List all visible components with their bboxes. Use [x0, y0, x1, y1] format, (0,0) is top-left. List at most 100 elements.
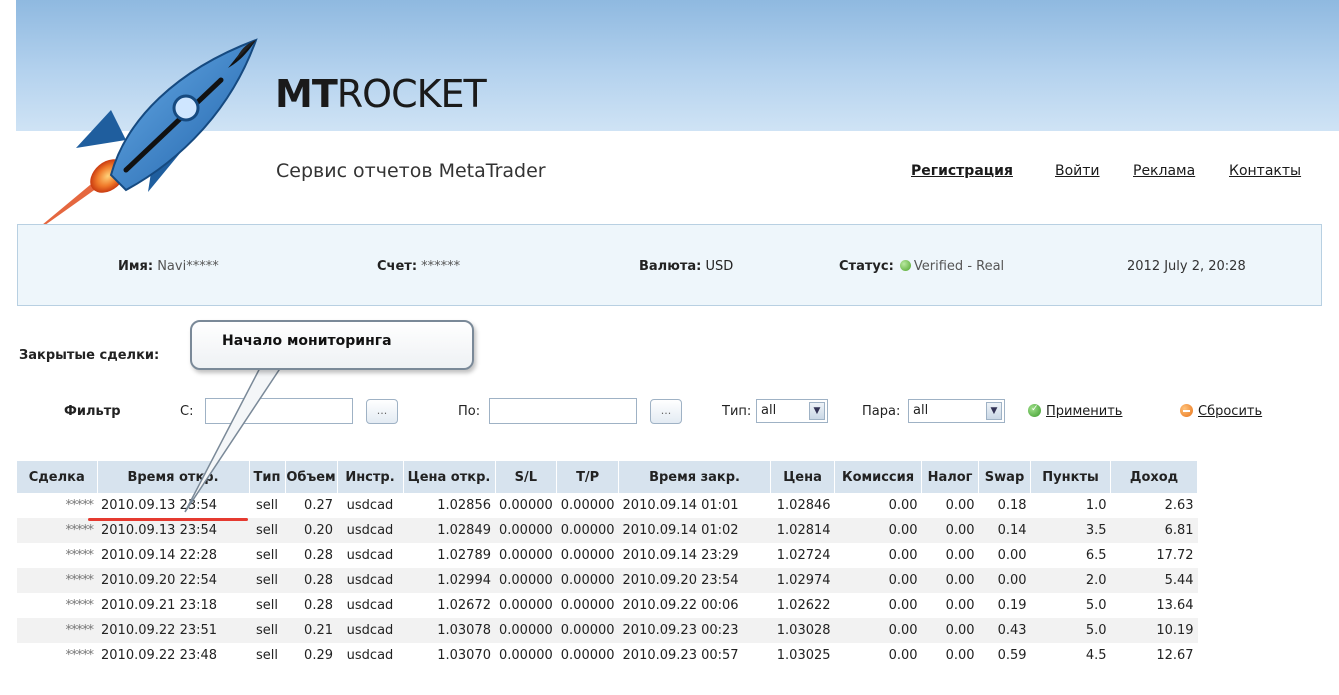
table-cell: 0.00 — [921, 518, 979, 543]
table-cell: 1.02849 — [403, 518, 495, 543]
filter-from-input[interactable] — [205, 398, 353, 424]
nav-login-link[interactable]: Войти — [1055, 163, 1100, 179]
account-number: Счет: ****** — [377, 259, 461, 274]
table-cell: 4.5 — [1085, 648, 1107, 663]
table-cell: 1.02672 — [437, 598, 491, 613]
table-cell: 0.00 — [834, 518, 922, 543]
nav-contacts-link[interactable]: Контакты — [1229, 163, 1301, 179]
column-header[interactable]: Инстр. — [337, 461, 404, 493]
table-cell: ***** — [65, 498, 95, 513]
table-cell: 2010.09.13 23:54 — [101, 498, 218, 513]
table-cell: 6.81 — [1110, 518, 1198, 543]
monitoring-start-callout: Начало мониторинга — [190, 320, 474, 370]
table-cell: 2010.09.13 23:54 — [97, 518, 249, 543]
filter-type-select[interactable]: all ▼ — [756, 399, 828, 423]
table-cell: 2.63 — [1164, 498, 1194, 513]
column-header[interactable]: Цена — [770, 461, 836, 493]
column-header[interactable]: T/P — [556, 461, 620, 493]
reset-filter-button[interactable]: Сбросить — [1180, 404, 1262, 419]
account-name: Имя: Navi***** — [118, 259, 219, 274]
column-header[interactable]: Swap — [978, 461, 1032, 493]
table-cell: usdcad — [337, 568, 403, 593]
filter-to-input[interactable] — [489, 398, 637, 424]
table-cell: 0.29 — [304, 648, 333, 663]
table-cell: 0.00000 — [495, 568, 557, 593]
table-cell: 0.00000 — [499, 548, 553, 563]
table-cell: 0.00000 — [560, 498, 615, 513]
site-tagline: Сервис отчетов MetaTrader — [276, 160, 546, 182]
chevron-down-icon: ▼ — [986, 402, 1002, 420]
table-cell: 0.00000 — [495, 518, 557, 543]
column-header[interactable]: Время откр. — [97, 461, 250, 493]
site-logo[interactable]: MTROCKET — [275, 72, 487, 116]
account-info-bar: Имя: Navi***** Счет: ****** Валюта: USD … — [17, 224, 1322, 306]
table-row: ***** 2010.09.22 23:51 sell 0.21 usdcad 1.030… — [17, 618, 1198, 643]
column-header[interactable]: S/L — [495, 461, 558, 493]
table-cell: 6.5 — [1085, 548, 1107, 563]
table-cell: 1.03078 — [403, 618, 495, 643]
table-cell: 1.02789 — [437, 548, 491, 563]
filter-to-label: По: — [458, 404, 481, 419]
column-header[interactable]: Налог — [921, 461, 980, 493]
table-cell: 0.18 — [997, 498, 1027, 513]
table-cell: 2010.09.14 01:02 — [618, 518, 771, 543]
table-cell: 2010.09.23 00:57 — [622, 648, 739, 663]
table-cell: 0.00000 — [560, 548, 615, 563]
table-cell: 0.00000 — [560, 648, 615, 663]
chevron-down-icon: ▼ — [809, 402, 825, 420]
table-cell: 1.02974 — [770, 568, 835, 593]
logo-rocket: ROCKET — [336, 72, 487, 116]
callout-text: Начало мониторинга — [222, 333, 392, 349]
column-header[interactable]: Сделка — [17, 461, 98, 493]
table-cell: 0.00 — [834, 618, 922, 643]
column-header[interactable]: Объем — [285, 461, 338, 493]
table-cell: 0.00 — [997, 548, 1027, 563]
table-cell: 0.00000 — [499, 598, 553, 613]
apply-filter-button[interactable]: Применить — [1028, 404, 1122, 419]
nav-register-link[interactable]: Регистрация — [911, 163, 1013, 179]
filter-type-label: Тип: — [722, 404, 752, 419]
table-cell: 12.67 — [1156, 648, 1194, 663]
table-cell: 0.00 — [921, 618, 979, 643]
column-header[interactable]: Время закр. — [618, 461, 772, 493]
filter-to-calendar-button[interactable]: ... — [650, 399, 682, 424]
filter-pair-select[interactable]: all ▼ — [908, 399, 1005, 423]
table-cell: 0.20 — [285, 518, 337, 543]
table-cell: usdcad — [337, 518, 403, 543]
table-cell: 0.00000 — [556, 518, 619, 543]
account-status: Статус: Verified - Real — [839, 259, 1005, 274]
table-cell: usdcad — [337, 618, 403, 643]
table-cell: 0.00 — [888, 598, 918, 613]
table-cell: 5.44 — [1110, 568, 1198, 593]
table-row: ***** 2010.09.22 23:48 sell 0.29 usdcad 1.030… — [17, 643, 1198, 668]
table-cell: 0.00000 — [560, 598, 615, 613]
table-cell: 1.03028 — [770, 618, 835, 643]
table-cell: 0.19 — [997, 598, 1027, 613]
table-cell: 2010.09.20 23:54 — [618, 568, 771, 593]
minus-icon — [1180, 404, 1193, 417]
table-cell: ***** — [17, 618, 97, 643]
column-header[interactable]: Доход — [1110, 461, 1199, 493]
table-cell: 2010.09.21 23:18 — [101, 598, 218, 613]
table-cell: 0.00 — [945, 548, 975, 563]
table-cell: 0.14 — [978, 518, 1031, 543]
table-cell: 0.00 — [921, 568, 979, 593]
table-cell: sell — [249, 568, 285, 593]
table-cell: 0.28 — [304, 548, 333, 563]
table-cell: usdcad — [346, 548, 394, 563]
nav-advertising-link[interactable]: Реклама — [1133, 163, 1195, 179]
table-cell: usdcad — [346, 498, 394, 513]
table-cell: sell — [256, 648, 278, 663]
table-cell: ***** — [17, 518, 97, 543]
status-verified-icon — [899, 260, 911, 271]
column-header[interactable]: Цена откр. — [403, 461, 496, 493]
table-row: ***** 2010.09.20 22:54 sell 0.28 usdcad 1.029… — [17, 568, 1198, 593]
column-header[interactable]: Пункты — [1030, 461, 1112, 493]
column-header[interactable]: Тип — [249, 461, 286, 493]
table-cell: 0.00 — [888, 548, 918, 563]
table-cell: sell — [256, 598, 278, 613]
table-cell: 1.0 — [1085, 498, 1107, 513]
column-header[interactable]: Комиссия — [834, 461, 923, 493]
filter-from-calendar-button[interactable]: ... — [366, 399, 398, 424]
table-cell: 2010.09.14 01:01 — [622, 498, 739, 513]
